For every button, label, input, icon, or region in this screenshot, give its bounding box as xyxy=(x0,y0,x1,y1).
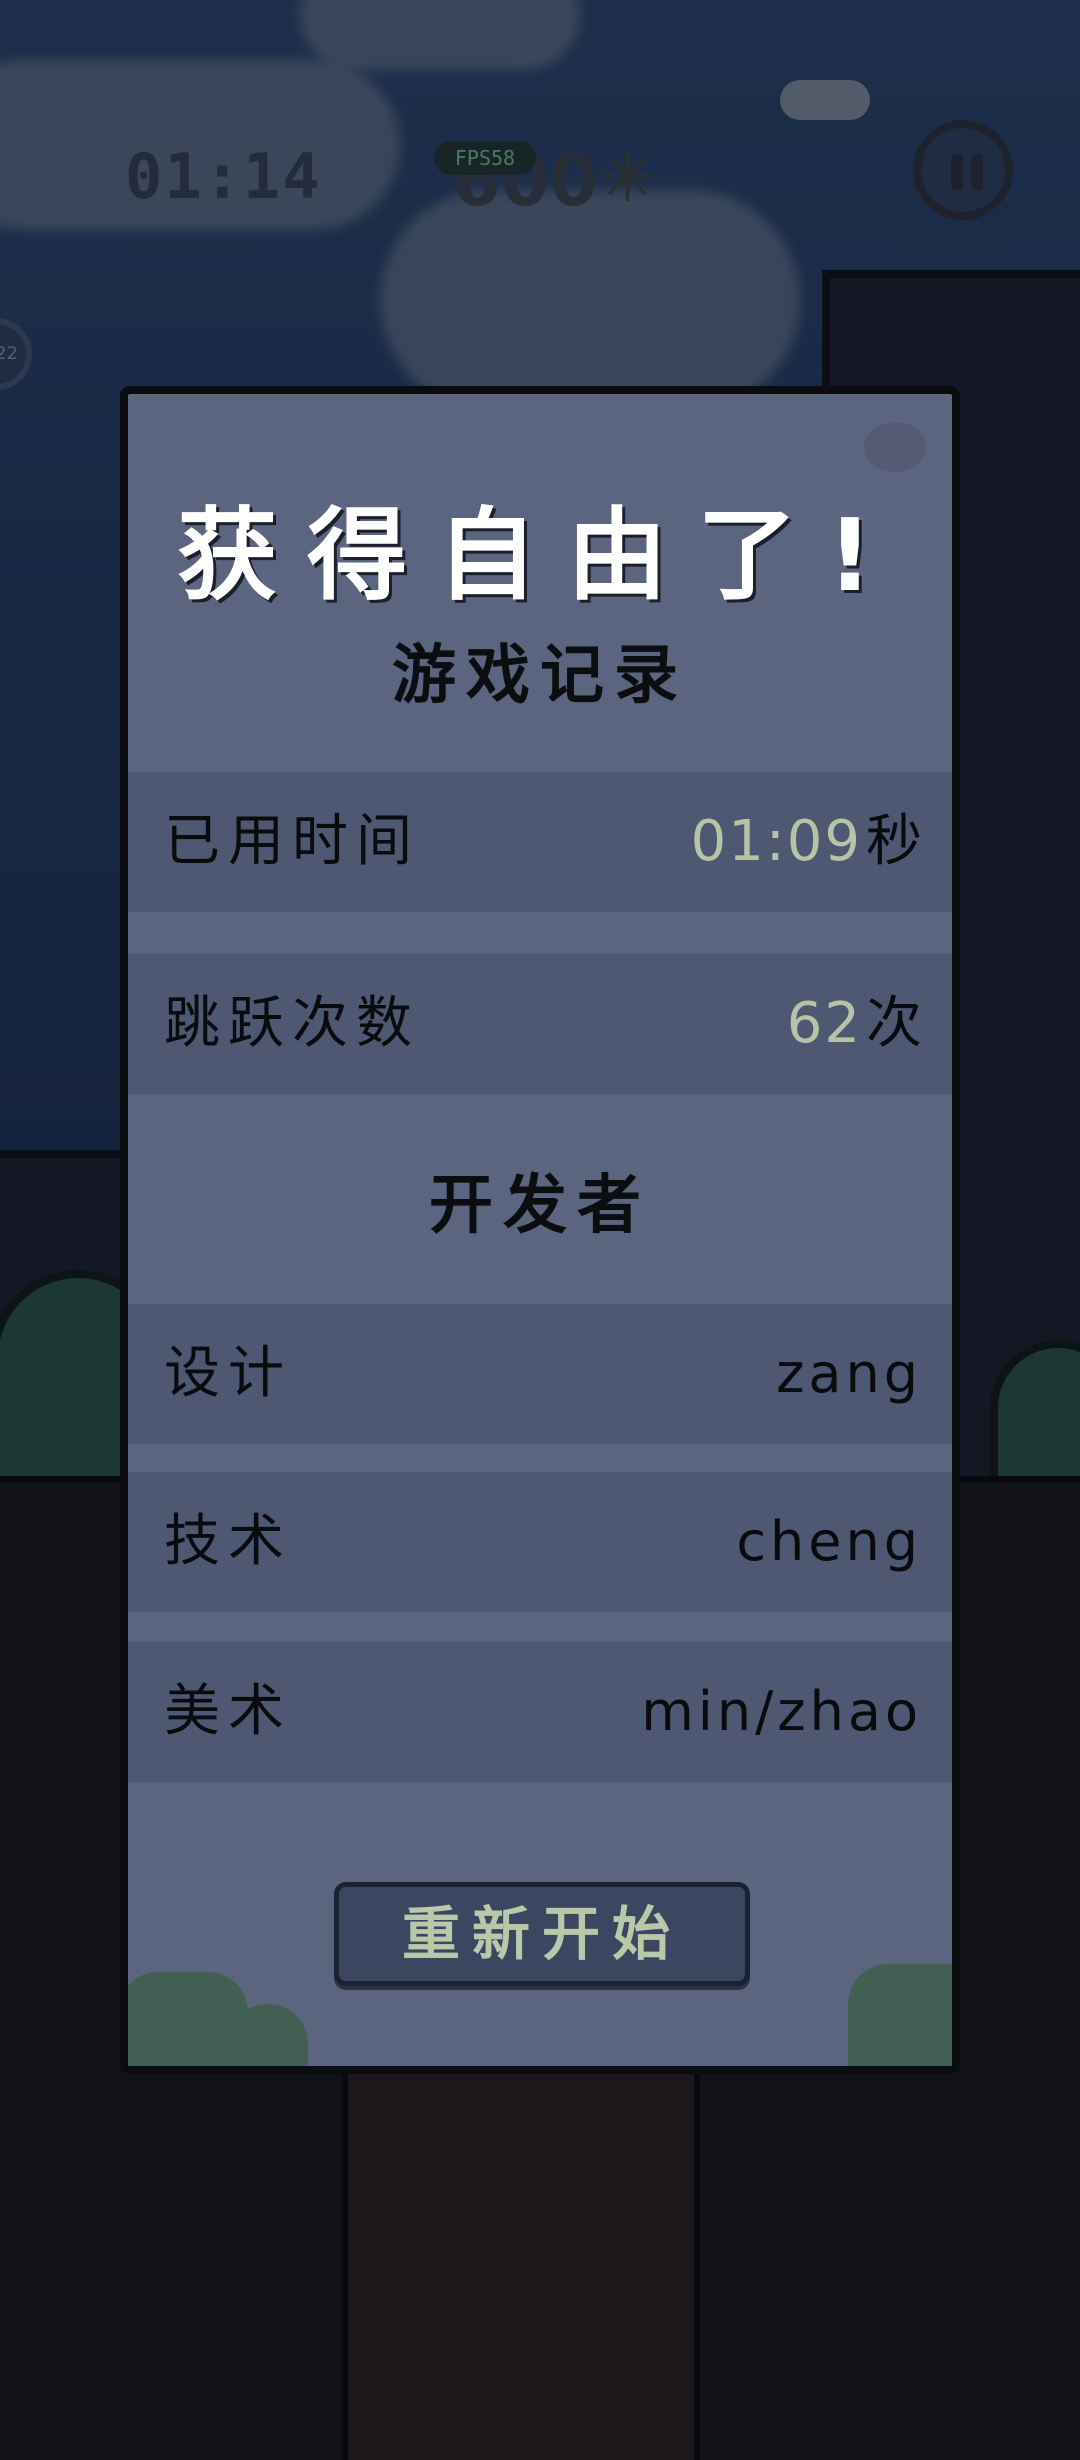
jump-count-value: 62 xyxy=(786,991,862,1056)
restart-button[interactable]: 重新开始 xyxy=(334,1882,750,1986)
result-panel: 获得自由了! 游戏记录 已用时间 01:09秒 跳跃次数 62次 开发者 设计 … xyxy=(120,386,960,2074)
credit-value: cheng xyxy=(736,1510,922,1573)
credit-row-design: 设计 zang xyxy=(128,1304,952,1444)
decor-dot xyxy=(864,422,926,472)
record-value: 01:09秒 xyxy=(691,772,922,912)
credits-heading: 开发者 xyxy=(429,1169,651,1243)
record-label: 跳跃次数 xyxy=(164,991,420,1056)
credit-value: min/zhao xyxy=(641,1680,922,1743)
record-row-time: 已用时间 01:09秒 xyxy=(128,772,952,912)
record-heading: 游戏记录 xyxy=(392,639,688,713)
bush xyxy=(848,1964,952,2066)
credit-row-art: 美术 min/zhao xyxy=(128,1642,952,1782)
elapsed-time-unit: 秒 xyxy=(866,809,922,874)
record-label: 已用时间 xyxy=(164,809,420,874)
elapsed-time-value: 01:09 xyxy=(690,809,862,874)
bush xyxy=(228,2004,308,2066)
credit-label: 设计 xyxy=(164,1341,292,1406)
credit-label: 技术 xyxy=(164,1509,292,1574)
record-row-jumps: 跳跃次数 62次 xyxy=(128,954,952,1094)
jump-count-unit: 次 xyxy=(866,991,922,1056)
credit-value: zang xyxy=(776,1342,922,1405)
record-value: 62次 xyxy=(787,954,922,1094)
panel-title: 获得自由了! xyxy=(177,497,903,614)
credit-label: 美术 xyxy=(164,1679,292,1744)
credit-row-tech: 技术 cheng xyxy=(128,1472,952,1612)
game-screen: 01:14 600 ✳ FPS58 22 获得自由了! 游戏记录 已用时间 01… xyxy=(0,0,1080,2460)
